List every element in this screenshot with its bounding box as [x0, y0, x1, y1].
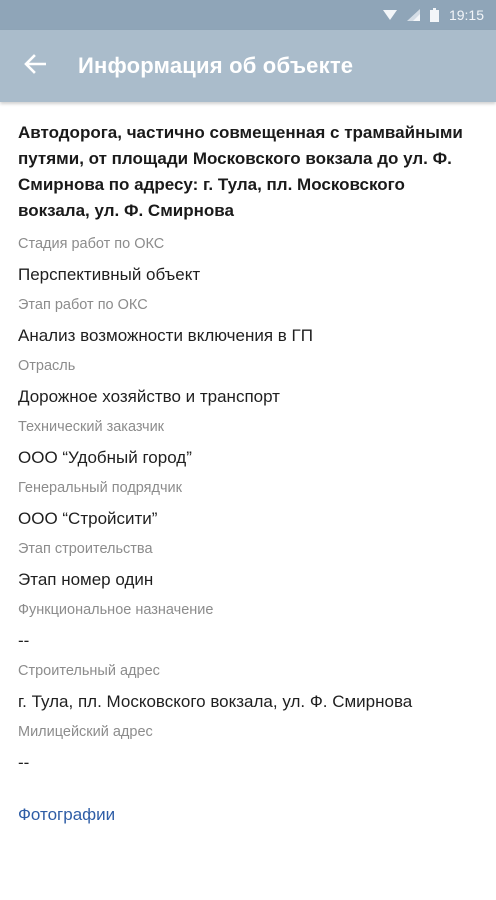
page-title: Информация об объекте: [78, 53, 354, 78]
field-value: --: [18, 631, 30, 650]
field-industry: Отрасль Дорожное хозяйство и транспорт: [18, 356, 476, 409]
field-general-contractor: Генеральный подрядчик ООО “Стройсити”: [18, 478, 476, 531]
field-label: Генеральный подрядчик: [18, 480, 182, 496]
field-label: Этап строительства: [18, 541, 153, 557]
field-value: Анализ возможности включения в ГП: [18, 326, 313, 345]
field-label: Функциональное назначение: [18, 602, 214, 618]
field-value: г. Тула, пл. Московского вокзала, ул. Ф.…: [18, 692, 413, 711]
field-label: Отрасль: [18, 358, 76, 374]
photos-link[interactable]: Фотографии: [18, 805, 476, 825]
field-label: Стадия работ по ОКС: [18, 236, 165, 252]
signal-icon: [406, 9, 420, 21]
object-title: Автодорога, частично совмещенная с трамв…: [18, 123, 463, 220]
field-work-phase: Этап работ по ОКС Анализ возможности вкл…: [18, 295, 476, 348]
field-value: ООО “Стройсити”: [18, 509, 158, 528]
field-value: Дорожное хозяйство и транспорт: [18, 387, 280, 406]
status-time: 19:15: [448, 7, 484, 23]
field-label: Милицейский адрес: [18, 724, 153, 740]
field-label: Строительный адрес: [18, 663, 160, 679]
arrow-left-icon: [24, 53, 47, 79]
field-value: Этап номер один: [18, 570, 154, 589]
field-construction-phase: Этап строительства Этап номер один: [18, 539, 476, 592]
field-label: Технический заказчик: [18, 419, 165, 435]
field-label: Этап работ по ОКС: [18, 297, 148, 313]
battery-icon: [429, 8, 439, 22]
back-button[interactable]: [0, 30, 70, 102]
field-value: ООО “Удобный город”: [18, 448, 192, 467]
field-stage: Стадия работ по ОКС Перспективный объект: [18, 234, 476, 287]
field-value: --: [18, 753, 30, 772]
field-construction-address: Строительный адрес г. Тула, пл. Московск…: [18, 661, 476, 714]
field-functional-purpose: Функциональное назначение --: [18, 600, 476, 653]
field-technical-customer: Технический заказчик ООО “Удобный город”: [18, 417, 476, 470]
field-value: Перспективный объект: [18, 265, 201, 284]
field-postal-address: Милицейский адрес --: [18, 722, 476, 775]
app-bar: Информация об объекте: [0, 30, 496, 102]
status-bar: 19:15: [0, 0, 496, 30]
object-details: Автодорога, частично совмещенная с трамв…: [0, 102, 496, 825]
wifi-icon: [382, 9, 397, 21]
